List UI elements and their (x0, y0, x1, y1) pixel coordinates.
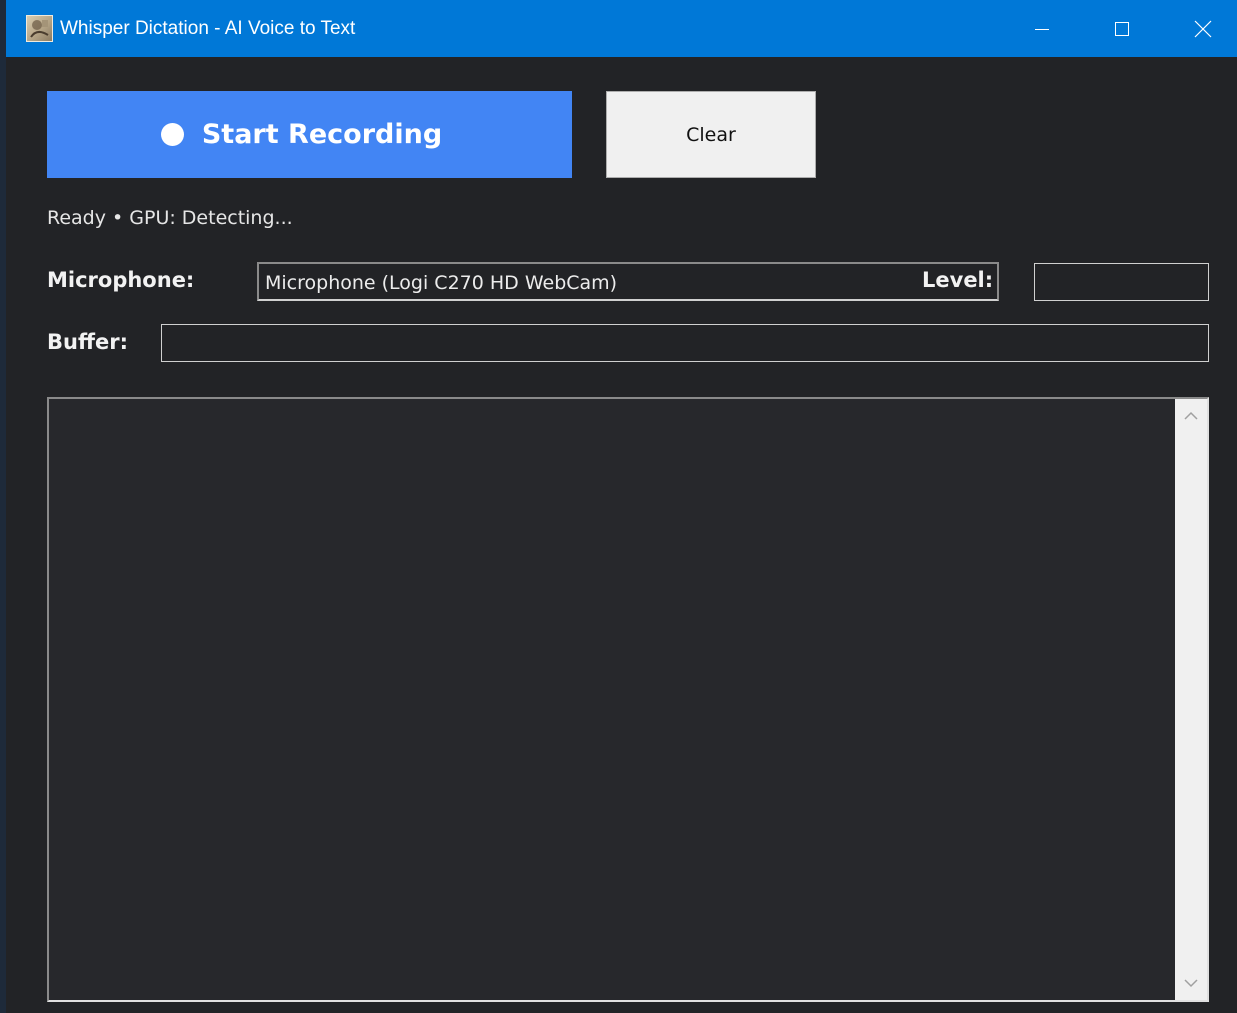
level-label: Level: (922, 268, 994, 292)
maximize-button[interactable] (1082, 0, 1162, 57)
chevron-up-icon (1184, 411, 1198, 420)
vertical-scrollbar[interactable] (1175, 399, 1207, 1000)
record-dot-icon (160, 123, 184, 146)
scroll-up-button[interactable] (1175, 399, 1207, 433)
buffer-label: Buffer: (47, 330, 128, 354)
close-icon (1194, 20, 1212, 37)
minimize-button[interactable] (1002, 0, 1082, 57)
level-meter (1034, 263, 1209, 301)
start-recording-label: Start Recording (201, 119, 443, 150)
transcript-area[interactable] (47, 397, 1209, 1002)
start-recording-button[interactable]: Start Recording (47, 91, 572, 178)
microphone-selected-value: Microphone (Logi C270 HD WebCam) (265, 272, 618, 294)
minimize-icon (1035, 28, 1049, 30)
status-text: Ready • GPU: Detecting... (47, 207, 293, 229)
close-button[interactable] (1163, 0, 1237, 57)
app-icon (26, 15, 53, 42)
window-title: Whisper Dictation - AI Voice to Text (60, 18, 356, 39)
buffer-progress-bar (161, 324, 1209, 362)
microphone-select[interactable]: Microphone (Logi C270 HD WebCam) (257, 262, 999, 301)
app-window: Whisper Dictation - AI Voice to Text Sta… (0, 0, 1237, 1013)
clear-button[interactable]: Clear (606, 91, 816, 178)
transcript-text[interactable] (49, 399, 1175, 1000)
scroll-down-button[interactable] (1175, 966, 1207, 1000)
chevron-down-icon (1184, 979, 1198, 988)
microphone-label: Microphone: (47, 268, 195, 292)
title-bar[interactable]: Whisper Dictation - AI Voice to Text (6, 0, 1237, 57)
maximize-icon (1115, 21, 1129, 36)
